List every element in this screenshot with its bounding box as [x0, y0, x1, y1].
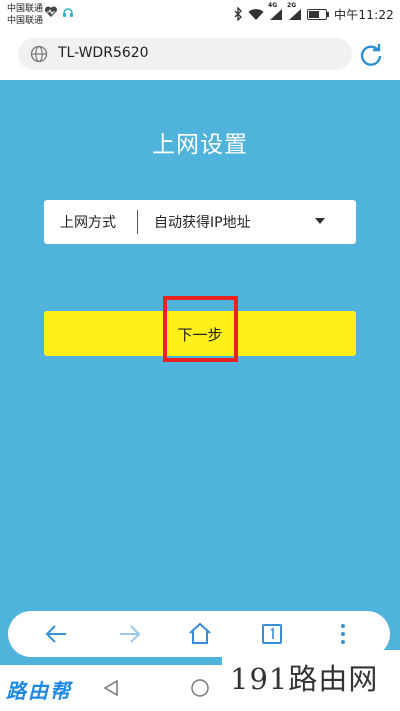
select-divider	[137, 210, 138, 234]
heart-icon	[44, 6, 58, 17]
wifi-icon	[248, 8, 264, 20]
arrow-right-icon[interactable]	[116, 621, 142, 647]
status-bar: 中国联通 中国联通 4G 2G 中午11:22	[0, 0, 400, 30]
highlight-annotation	[163, 296, 238, 362]
home-icon[interactable]	[187, 621, 213, 647]
battery-icon	[307, 8, 330, 20]
home-circle-icon[interactable]	[190, 678, 210, 698]
right-status: 4G 2G 中午11:22	[234, 2, 394, 23]
globe-icon	[30, 45, 48, 63]
carrier-info: 中国联通 中国联通	[7, 3, 43, 27]
signal-2-icon	[289, 8, 302, 20]
carrier-2: 中国联通	[7, 16, 44, 26]
arrow-left-icon[interactable]	[44, 621, 70, 647]
watermark-right: 191路由网	[230, 662, 379, 696]
signal-2: 2G	[287, 2, 302, 21]
clock: 中午11:22	[334, 7, 394, 22]
caret-down-icon[interactable]	[314, 217, 326, 225]
connection-type-label: 上网方式	[60, 215, 116, 231]
address-bar[interactable]: TL-WDR5620	[18, 38, 352, 70]
back-triangle-icon[interactable]	[103, 680, 119, 696]
connection-type-value[interactable]: 自动获得IP地址	[154, 212, 251, 232]
watermark-right-box: 191路由网	[222, 650, 400, 711]
bluetooth-icon	[234, 7, 242, 21]
connection-type-select[interactable]: 上网方式 自动获得IP地址	[44, 200, 356, 244]
carrier-1: 中国联通	[7, 4, 44, 14]
network-1-label: 4G	[268, 1, 278, 9]
refresh-icon[interactable]	[358, 42, 384, 68]
url-text[interactable]: TL-WDR5620	[58, 45, 149, 61]
tabs-icon[interactable]	[259, 621, 285, 647]
more-vertical-icon[interactable]	[330, 621, 356, 647]
signal-1: 4G	[268, 2, 283, 21]
signal-1-icon	[270, 8, 283, 20]
browser-toolbar: TL-WDR5620	[0, 30, 400, 80]
headset-icon	[63, 8, 73, 17]
network-2-label: 2G	[287, 1, 297, 9]
page-title: 上网设置	[152, 132, 248, 158]
watermark-left: 路由帮	[6, 679, 72, 703]
